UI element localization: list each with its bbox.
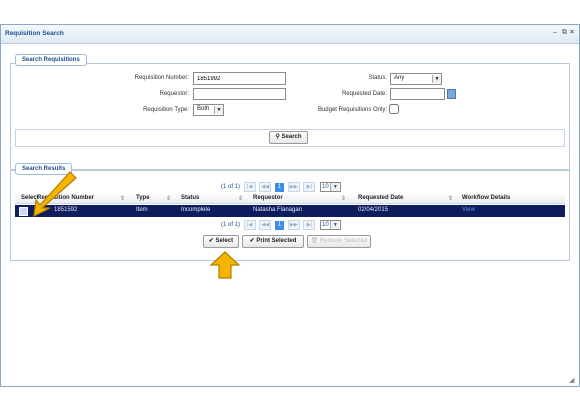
requested-date-input[interactable]: [390, 88, 445, 100]
select-button-label: Select: [215, 238, 234, 244]
status-label: Status:: [368, 75, 387, 81]
requisition-number-label: Requisition Number:: [134, 75, 189, 81]
remove-selected-button[interactable]: 🗑 Remove Selected: [307, 235, 371, 248]
page-size-select[interactable]: 10 ▼: [320, 182, 342, 192]
window-titlebar: Requisition Search – ⧉ ×: [1, 25, 579, 44]
first-page-icon[interactable]: |◀: [243, 220, 256, 230]
calendar-icon[interactable]: [447, 89, 456, 99]
pager-status: (1 of 1): [221, 184, 241, 190]
search-button-label: Search: [281, 134, 302, 140]
chevron-down-icon: ▼: [214, 106, 223, 114]
checkmark-icon: ✔: [208, 238, 214, 244]
close-icon[interactable]: ×: [570, 29, 574, 36]
col-requestor[interactable]: Requestor: [253, 195, 283, 201]
chevron-down-icon: ▼: [330, 221, 340, 229]
sort-icon[interactable]: ⇕: [120, 195, 125, 202]
annotation-arrow-icon: [209, 251, 241, 279]
chevron-down-icon: ▼: [432, 75, 441, 83]
minimize-icon[interactable]: –: [553, 29, 557, 36]
col-requested-date[interactable]: Requested Date: [358, 195, 403, 201]
current-page[interactable]: 1: [275, 221, 285, 230]
requisition-type-value: Both: [197, 106, 210, 112]
requisition-type-label: Requisition Type:: [143, 107, 189, 113]
search-requisitions-panel: [10, 63, 570, 170]
search-button[interactable]: ⚲ Search: [269, 131, 308, 144]
results-pager-bottom: (1 of 1) |◀ ◀◀ 1 ▶▶ ▶| 10 ▼: [221, 220, 342, 230]
trash-icon: 🗑: [310, 238, 319, 244]
restore-icon[interactable]: ⧉: [562, 29, 567, 37]
next-page-icon[interactable]: ▶▶: [287, 182, 300, 192]
cell-requestor: Natasha Flanagan: [253, 207, 303, 213]
current-page[interactable]: 1: [275, 183, 285, 192]
budget-requisitions-only-label: Budget Requisitions Only:: [317, 107, 387, 113]
pager-status: (1 of 1): [221, 222, 241, 228]
prev-page-icon[interactable]: ◀◀: [259, 182, 272, 192]
search-requisitions-legend: Search Requisitions: [15, 54, 87, 66]
page-size-value: 10: [322, 184, 329, 190]
next-page-icon[interactable]: ▶▶: [287, 220, 300, 230]
cell-requested-date: 02/04/2015: [358, 207, 389, 213]
prev-page-icon[interactable]: ◀◀: [259, 220, 272, 230]
first-page-icon[interactable]: |◀: [243, 182, 256, 192]
requisition-number-input[interactable]: [193, 72, 286, 85]
requestor-input[interactable]: [193, 88, 286, 100]
resize-grip-icon[interactable]: ◢: [569, 376, 574, 384]
magnifier-icon: ⚲: [275, 134, 280, 140]
requisition-type-select[interactable]: Both ▼: [193, 104, 224, 116]
status-value: Any: [394, 75, 405, 81]
print-selected-label: Print Selected: [256, 238, 297, 244]
sort-icon[interactable]: ⇕: [448, 195, 453, 202]
status-select[interactable]: Any ▼: [390, 73, 442, 85]
sort-icon[interactable]: ⇕: [166, 195, 171, 202]
sort-icon[interactable]: ⇕: [238, 195, 243, 202]
checkmark-icon: ✔: [249, 238, 255, 244]
col-workflow-details[interactable]: Workflow Details: [462, 195, 510, 201]
col-status[interactable]: Status: [181, 195, 199, 201]
requisition-search-window: Requisition Search – ⧉ × Search Requisit…: [0, 24, 580, 387]
annotation-arrow-icon: [33, 171, 77, 218]
budget-only-checkbox[interactable]: [389, 104, 399, 114]
last-page-icon[interactable]: ▶|: [303, 182, 316, 192]
select-button[interactable]: ✔ Select: [203, 235, 239, 248]
remove-selected-label: Remove Selected: [319, 238, 368, 244]
print-selected-button[interactable]: ✔ Print Selected: [242, 235, 304, 248]
sort-icon[interactable]: ⇕: [341, 195, 346, 202]
page-size-value: 10: [322, 222, 329, 228]
page-size-select[interactable]: 10 ▼: [320, 220, 342, 230]
cell-type: Item: [136, 207, 148, 213]
last-page-icon[interactable]: ▶|: [303, 220, 316, 230]
requestor-label: Requestor:: [159, 91, 189, 97]
col-type[interactable]: Type: [136, 195, 150, 201]
workflow-view-link[interactable]: View: [462, 207, 475, 213]
results-pager-top: (1 of 1) |◀ ◀◀ 1 ▶▶ ▶| 10 ▼: [221, 182, 342, 192]
chevron-down-icon: ▼: [330, 183, 340, 191]
window-title: Requisition Search: [5, 30, 64, 37]
requested-date-label: Requested Date:: [341, 91, 387, 97]
cell-status: Incomplete: [181, 207, 211, 213]
